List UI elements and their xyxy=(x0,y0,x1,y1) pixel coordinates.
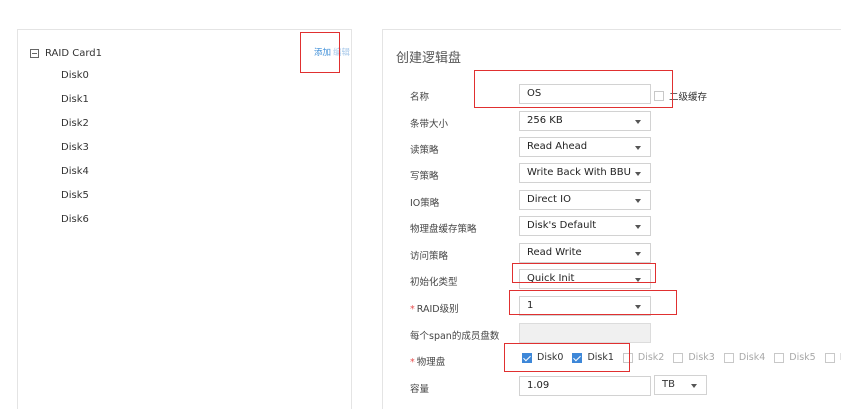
read-policy-value: Read Ahead xyxy=(527,141,588,152)
read-policy-select[interactable]: Read Ahead xyxy=(519,137,651,157)
write-policy-select[interactable]: Write Back With BBU xyxy=(519,163,651,183)
tree-node-label: RAID Card1 xyxy=(45,47,102,59)
disk-cache-policy-label: 物理盘缓存策略 xyxy=(410,224,477,235)
write-policy-value: Write Back With BBU xyxy=(527,167,631,178)
tree-node-disk4[interactable]: Disk4 xyxy=(61,164,89,180)
tree-node-disk6[interactable]: Disk6 xyxy=(61,212,89,228)
physical-disks-label: * 物理盘 xyxy=(410,354,445,368)
tree-node-disk3[interactable]: Disk3 xyxy=(61,140,89,156)
disk5-checkbox[interactable] xyxy=(774,352,785,363)
disk6-option[interactable]: D xyxy=(824,352,841,363)
name-label: 名称 xyxy=(410,92,430,103)
tree-node-disk0[interactable]: Disk0 xyxy=(61,68,89,84)
raid-level-label-text: RAID级别 xyxy=(416,304,459,315)
chevron-down-icon xyxy=(635,199,641,203)
disk5-option[interactable]: Disk5 xyxy=(774,352,816,363)
annotation-box-name xyxy=(474,70,673,108)
capacity-unit-select[interactable]: TB xyxy=(654,375,707,395)
chevron-down-icon xyxy=(635,146,641,150)
disk3-checkbox[interactable] xyxy=(673,352,684,363)
capacity-input[interactable]: 1.09 xyxy=(519,376,651,396)
span-members-label: 每个span的成员盘数 xyxy=(410,331,500,342)
chevron-down-icon xyxy=(635,252,641,256)
collapse-icon[interactable] xyxy=(30,48,39,58)
init-type-label: 初始化类型 xyxy=(410,277,458,288)
access-policy-select[interactable]: Read Write xyxy=(519,243,651,263)
disk2-option-label: Disk2 xyxy=(637,352,665,363)
annotation-box-add-link xyxy=(300,32,340,73)
disk-cache-policy-select[interactable]: Disk's Default xyxy=(519,216,651,236)
physical-disks-label-text: 物理盘 xyxy=(416,357,446,368)
access-policy-value: Read Write xyxy=(527,247,582,258)
annotation-box-init-type xyxy=(512,263,656,283)
raid-level-label: * RAID级别 xyxy=(410,301,459,315)
disk-cache-policy-value: Disk's Default xyxy=(527,220,597,231)
read-policy-label: 读策略 xyxy=(410,145,439,156)
disk5-option-label: Disk5 xyxy=(789,352,816,363)
form-title: 创建逻辑盘 xyxy=(396,51,462,66)
chevron-down-icon xyxy=(635,120,641,124)
io-policy-value: Direct IO xyxy=(527,194,571,205)
capacity-unit-value: TB xyxy=(662,379,675,390)
raid-tree-panel: RAID Card1 添加 编辑 Disk0 Disk1 Disk2 Disk3 … xyxy=(17,29,352,409)
secondary-cache-label: 二级缓存 xyxy=(669,92,708,103)
required-mark: * xyxy=(410,304,415,315)
chevron-down-icon xyxy=(691,384,697,388)
disk3-option[interactable]: Disk3 xyxy=(673,352,715,363)
annotation-box-physical-disks xyxy=(504,343,630,372)
required-mark: * xyxy=(410,357,415,368)
tree-node-disk2[interactable]: Disk2 xyxy=(61,116,89,132)
write-policy-label: 写策略 xyxy=(410,171,439,182)
disk4-checkbox[interactable] xyxy=(723,352,734,363)
chevron-down-icon xyxy=(635,225,641,229)
tree-node-disk5[interactable]: Disk5 xyxy=(61,188,89,204)
strip-size-select[interactable]: 256 KB xyxy=(519,111,651,131)
chevron-down-icon xyxy=(635,172,641,176)
tree-node-disk1[interactable]: Disk1 xyxy=(61,92,89,108)
disk4-option-label: Disk4 xyxy=(738,352,766,363)
tree-node-raid-card1[interactable]: RAID Card1 xyxy=(30,44,102,62)
annotation-box-raid-level xyxy=(509,290,677,315)
access-policy-label: 访问策略 xyxy=(410,251,449,262)
io-policy-label: IO策略 xyxy=(410,198,440,209)
disk3-option-label: Disk3 xyxy=(688,352,715,363)
io-policy-select[interactable]: Direct IO xyxy=(519,190,651,210)
capacity-label: 容量 xyxy=(410,384,430,395)
span-members-input xyxy=(519,323,651,343)
disk4-option[interactable]: Disk4 xyxy=(723,352,766,363)
strip-size-value: 256 KB xyxy=(527,115,563,126)
strip-size-label: 条带大小 xyxy=(410,119,449,130)
disk6-checkbox[interactable] xyxy=(824,352,835,363)
